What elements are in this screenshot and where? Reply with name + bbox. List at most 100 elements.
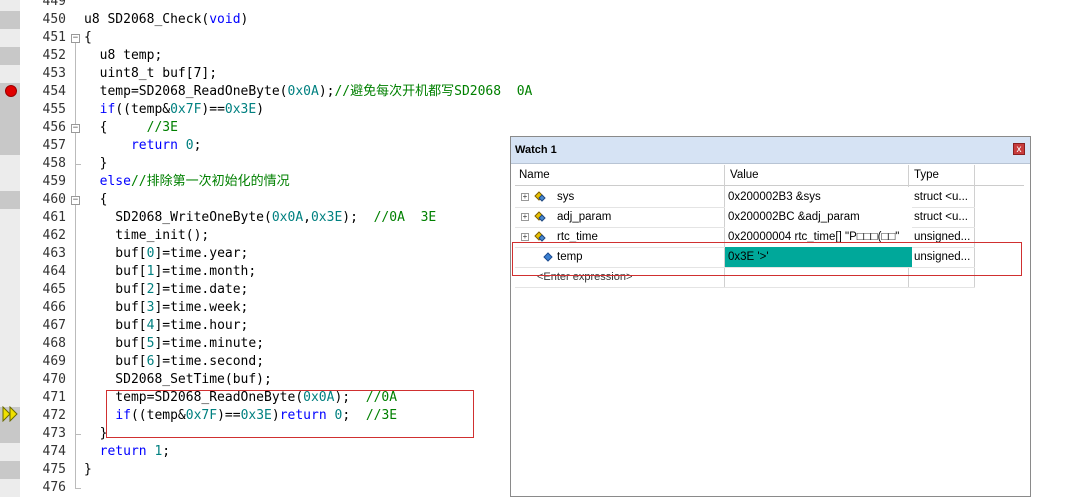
watch-value[interactable]: 0x200002BC &adj_param bbox=[725, 207, 912, 227]
close-icon[interactable]: x bbox=[1013, 143, 1025, 155]
code-token: temp=SD2068_ReadOneByte( bbox=[84, 84, 288, 99]
code-line[interactable]: { bbox=[84, 191, 108, 209]
line-number: 461 bbox=[42, 210, 66, 225]
code-token: ; bbox=[162, 444, 171, 459]
code-line[interactable]: return 0; bbox=[84, 137, 201, 155]
code-token: { bbox=[84, 192, 108, 207]
code-token: uint8_t buf[7]; bbox=[84, 66, 218, 81]
code-line[interactable]: } bbox=[84, 425, 108, 443]
code-token: buf[ bbox=[84, 246, 147, 261]
gutter-marker bbox=[0, 191, 20, 209]
code-token: 0 bbox=[177, 138, 194, 153]
watch-title: Watch 1 bbox=[515, 144, 557, 156]
code-line[interactable]: } bbox=[84, 155, 108, 173]
watch-value[interactable]: 0x200002B3 &sys bbox=[725, 187, 912, 207]
code-line[interactable]: buf[6]=time.second; bbox=[84, 353, 264, 371]
code-token: void bbox=[209, 12, 241, 27]
code-line[interactable]: u8 temp; bbox=[84, 47, 163, 65]
fold-guide bbox=[75, 133, 76, 164]
line-number: 462 bbox=[42, 228, 66, 243]
line-number: 456 bbox=[42, 120, 66, 135]
code-token: ]=time.date; bbox=[154, 282, 249, 297]
code-line[interactable]: uint8_t buf[7]; bbox=[84, 65, 217, 83]
expand-icon[interactable]: + bbox=[521, 233, 529, 241]
code-token: buf[ bbox=[84, 336, 147, 351]
code-line[interactable]: if((temp&0x7F)==0x3E) bbox=[84, 101, 264, 119]
code-line[interactable]: SD2068_SetTime(buf); bbox=[84, 371, 272, 389]
gutter-marker bbox=[0, 461, 20, 479]
line-number: 465 bbox=[42, 282, 66, 297]
code-line[interactable]: u8 SD2068_Check(void) bbox=[84, 11, 248, 29]
breakpoint-icon[interactable] bbox=[5, 85, 17, 97]
code-token: buf[ bbox=[84, 282, 147, 297]
code-line[interactable]: buf[4]=time.hour; bbox=[84, 317, 248, 335]
code-token: time_init(); bbox=[84, 228, 210, 243]
code-line[interactable]: buf[3]=time.week; bbox=[84, 299, 248, 317]
fold-toggle-icon[interactable]: − bbox=[71, 34, 80, 43]
watch-header: Name Value Type bbox=[515, 165, 1024, 186]
line-number: 458 bbox=[42, 156, 66, 171]
code-token: u8 SD2068_Check( bbox=[84, 12, 210, 27]
line-number: 451 bbox=[42, 30, 66, 45]
code-token: else bbox=[99, 174, 131, 189]
code-token: //避免每次开机都写SD2068 0A bbox=[334, 84, 533, 99]
code-token: //3E bbox=[146, 120, 178, 135]
expand-icon[interactable]: + bbox=[521, 213, 529, 221]
line-number: 455 bbox=[42, 102, 66, 117]
highlight-box-code bbox=[106, 390, 474, 438]
column-type[interactable]: Type bbox=[914, 165, 939, 185]
code-token: ]=time.minute; bbox=[154, 336, 265, 351]
code-token: ]=time.hour; bbox=[154, 318, 249, 333]
code-line[interactable]: else//排除第一次初始化的情况 bbox=[84, 173, 290, 191]
watch-window[interactable]: Watch 1 x Name Value Type + sys 0x200002B3… bbox=[510, 136, 1031, 497]
column-name[interactable]: Name bbox=[519, 165, 550, 185]
highlight-box-watch bbox=[512, 242, 1022, 276]
fold-toggle-icon[interactable]: − bbox=[71, 124, 80, 133]
code-line[interactable]: SD2068_WriteOneByte(0x0A,0x3E); //0A 3E bbox=[84, 209, 436, 227]
code-line[interactable]: buf[5]=time.minute; bbox=[84, 335, 264, 353]
watch-title-bar[interactable]: Watch 1 x bbox=[511, 137, 1030, 164]
line-number: 471 bbox=[42, 390, 66, 405]
expand-icon[interactable]: + bbox=[521, 193, 529, 201]
watch-name: adj_param bbox=[557, 211, 612, 223]
line-number: 457 bbox=[42, 138, 66, 153]
code-line[interactable]: { bbox=[84, 29, 92, 47]
code-line[interactable]: buf[2]=time.date; bbox=[84, 281, 248, 299]
line-number: 470 bbox=[42, 372, 66, 387]
line-number: 476 bbox=[42, 480, 66, 495]
line-number: 454 bbox=[42, 84, 66, 99]
code-line[interactable]: buf[0]=time.year; bbox=[84, 245, 248, 263]
gutter-marker bbox=[0, 101, 20, 119]
column-value[interactable]: Value bbox=[730, 165, 759, 185]
line-number: 453 bbox=[42, 66, 66, 81]
code-token: 0x0A bbox=[287, 84, 319, 99]
code-line[interactable]: { //3E bbox=[84, 119, 178, 137]
line-number: 450 bbox=[42, 12, 66, 27]
struct-icon bbox=[534, 211, 546, 222]
fold-end bbox=[75, 164, 81, 165]
code-line[interactable]: time_init(); bbox=[84, 227, 209, 245]
code-line[interactable]: } bbox=[84, 461, 92, 479]
code-token: ) bbox=[240, 12, 249, 27]
fold-toggle-icon[interactable]: − bbox=[71, 196, 80, 205]
code-token: { bbox=[84, 120, 147, 135]
code-line[interactable]: buf[1]=time.month; bbox=[84, 263, 256, 281]
code-token: )== bbox=[201, 102, 225, 117]
row-divider bbox=[515, 287, 975, 288]
code-token: //0A 3E bbox=[373, 210, 437, 225]
line-number: 472 bbox=[42, 408, 66, 423]
watch-row[interactable]: + adj_param 0x200002BC &adj_param struct <u… bbox=[515, 207, 975, 227]
line-number: 466 bbox=[42, 300, 66, 315]
line-number: 473 bbox=[42, 426, 66, 441]
watch-type: struct <u... bbox=[914, 211, 969, 223]
code-token: return bbox=[130, 138, 178, 153]
code-token: u8 temp; bbox=[84, 48, 163, 63]
line-number: 459 bbox=[42, 174, 66, 189]
code-line[interactable]: return 1; bbox=[84, 443, 170, 461]
watch-row[interactable]: + sys 0x200002B3 &sys struct <u... bbox=[515, 187, 975, 207]
code-line[interactable]: temp=SD2068_ReadOneByte(0x0A);//避免每次开机都写… bbox=[84, 83, 533, 101]
